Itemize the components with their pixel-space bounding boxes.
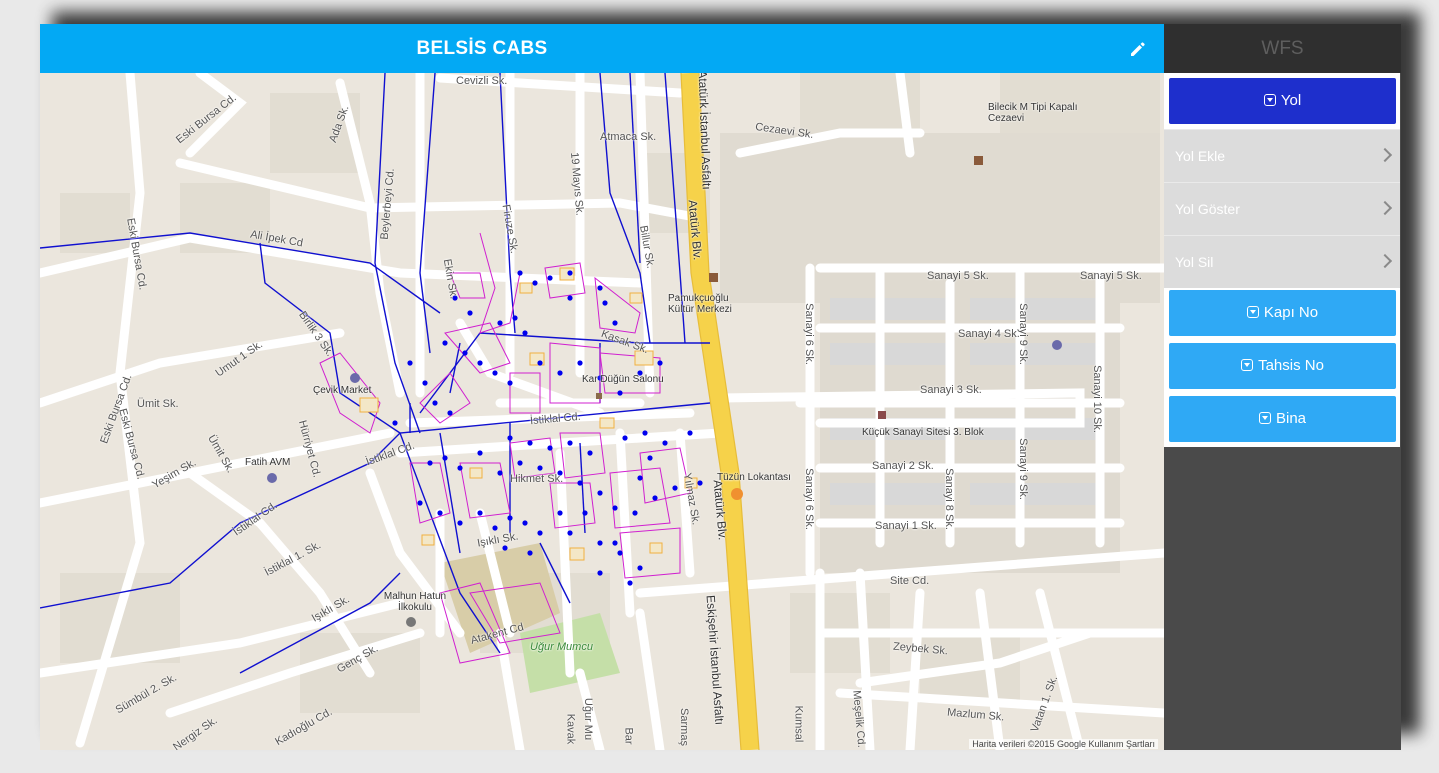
header-bar: BELSİS CABS bbox=[40, 24, 1164, 73]
sidebar-title: WFS bbox=[1164, 24, 1401, 73]
yol-goster-label: Yol Göster bbox=[1175, 201, 1240, 217]
yol-group-button[interactable]: Yol bbox=[1169, 78, 1396, 124]
yol-ekle-item[interactable]: Yol Ekle bbox=[1164, 129, 1400, 182]
tahsis-no-group-label: Tahsis No bbox=[1258, 357, 1324, 374]
yol-sil-item[interactable]: Yol Sil bbox=[1164, 235, 1400, 288]
map-label: Ümit Sk. bbox=[137, 398, 179, 410]
map-label: Sanayi 5 Sk. bbox=[1080, 270, 1142, 282]
map-label: Bilecik M Tipi Kapalı Cezaevi bbox=[988, 102, 1078, 124]
map-canvas[interactable] bbox=[40, 73, 1164, 750]
page-title: BELSİS CABS bbox=[416, 38, 548, 59]
bina-group-label: Bina bbox=[1275, 410, 1307, 427]
kapi-no-group-button[interactable]: Kapı No bbox=[1169, 290, 1396, 336]
map-label: Kar Düğün Salonu bbox=[582, 374, 664, 385]
map-label: Hikmet Sk. bbox=[510, 473, 564, 485]
map-label: Sanayi 5 Sk. bbox=[927, 270, 989, 282]
map-label: Pamukçuoğlu Kültür Merkezi bbox=[668, 293, 732, 315]
map-label: Uğur Mumcu bbox=[530, 641, 593, 653]
map-view[interactable]: Cevizli Sk. Atmaca Sk. Cezaevi Sk. Bilec… bbox=[40, 73, 1164, 750]
map-label: Cevizli Sk. bbox=[456, 75, 508, 87]
wfs-menu: Yol Yol Ekle Yol Göster Yol Sil Kapı No … bbox=[1164, 73, 1400, 447]
map-label: Sanayi 10 Sk. bbox=[1090, 365, 1103, 433]
edit-pencil-icon[interactable] bbox=[1128, 39, 1148, 59]
map-label: Sanayi 6 Sk. bbox=[802, 468, 815, 530]
map-label: Sarmaş bbox=[677, 708, 690, 746]
map-label: Kumsal bbox=[792, 705, 805, 743]
chevron-right-icon bbox=[1377, 253, 1393, 269]
yol-group-label: Yol bbox=[1280, 92, 1302, 109]
caret-square-down-icon bbox=[1241, 359, 1254, 371]
map-label: Sanayi 8 Sk. bbox=[942, 468, 955, 530]
map-label: Site Cd. bbox=[890, 575, 930, 587]
chevron-right-icon bbox=[1377, 200, 1393, 216]
yol-ekle-label: Yol Ekle bbox=[1175, 148, 1226, 164]
kapi-no-group-label: Kapı No bbox=[1263, 304, 1319, 321]
tahsis-no-group-button[interactable]: Tahsis No bbox=[1169, 343, 1396, 389]
map-attribution[interactable]: Harita verileri ©2015 Google Kullanım Şa… bbox=[969, 739, 1158, 749]
map-label: Sanayi 3 Sk. bbox=[920, 384, 982, 396]
app-window: BELSİS CABS Cevizli Sk. Atmaca Sk. Cezae… bbox=[40, 24, 1401, 750]
map-label: Kavak bbox=[564, 713, 577, 745]
map-label: Tüzün Lokantası bbox=[717, 472, 791, 483]
caret-square-down-icon bbox=[1263, 94, 1276, 106]
yol-goster-item[interactable]: Yol Göster bbox=[1164, 182, 1400, 235]
map-label: Sanayi 4 Sk. bbox=[958, 328, 1020, 340]
map-label: Sanayi 9 Sk. bbox=[1016, 438, 1029, 500]
map-label: Sanayi 6 Sk. bbox=[802, 303, 815, 365]
yol-sil-label: Yol Sil bbox=[1175, 254, 1214, 270]
caret-square-down-icon bbox=[1258, 412, 1271, 424]
map-label: Çevik Market bbox=[313, 385, 372, 396]
map-label: Malhun Hatun İlkokulu bbox=[383, 591, 447, 613]
map-label: Sanayi 2 Sk. bbox=[872, 460, 934, 472]
map-label: Fatih AVM bbox=[245, 457, 291, 468]
chevron-right-icon bbox=[1377, 147, 1393, 163]
map-label: Bar bbox=[622, 727, 635, 745]
bina-group-button[interactable]: Bina bbox=[1169, 396, 1396, 442]
map-label: Atmaca Sk. bbox=[600, 131, 657, 143]
map-label: Sanayi 9 Sk. bbox=[1016, 303, 1029, 365]
map-label: Uğur Mu bbox=[582, 697, 595, 741]
wfs-sidebar: WFS Yol Yol Ekle Yol Göster Yol Sil Kapı… bbox=[1164, 24, 1401, 750]
map-label: Küçük Sanayi Sitesi 3. Blok bbox=[862, 427, 984, 438]
caret-square-down-icon bbox=[1246, 306, 1259, 318]
map-label: Sanayi 1 Sk. bbox=[875, 520, 937, 532]
